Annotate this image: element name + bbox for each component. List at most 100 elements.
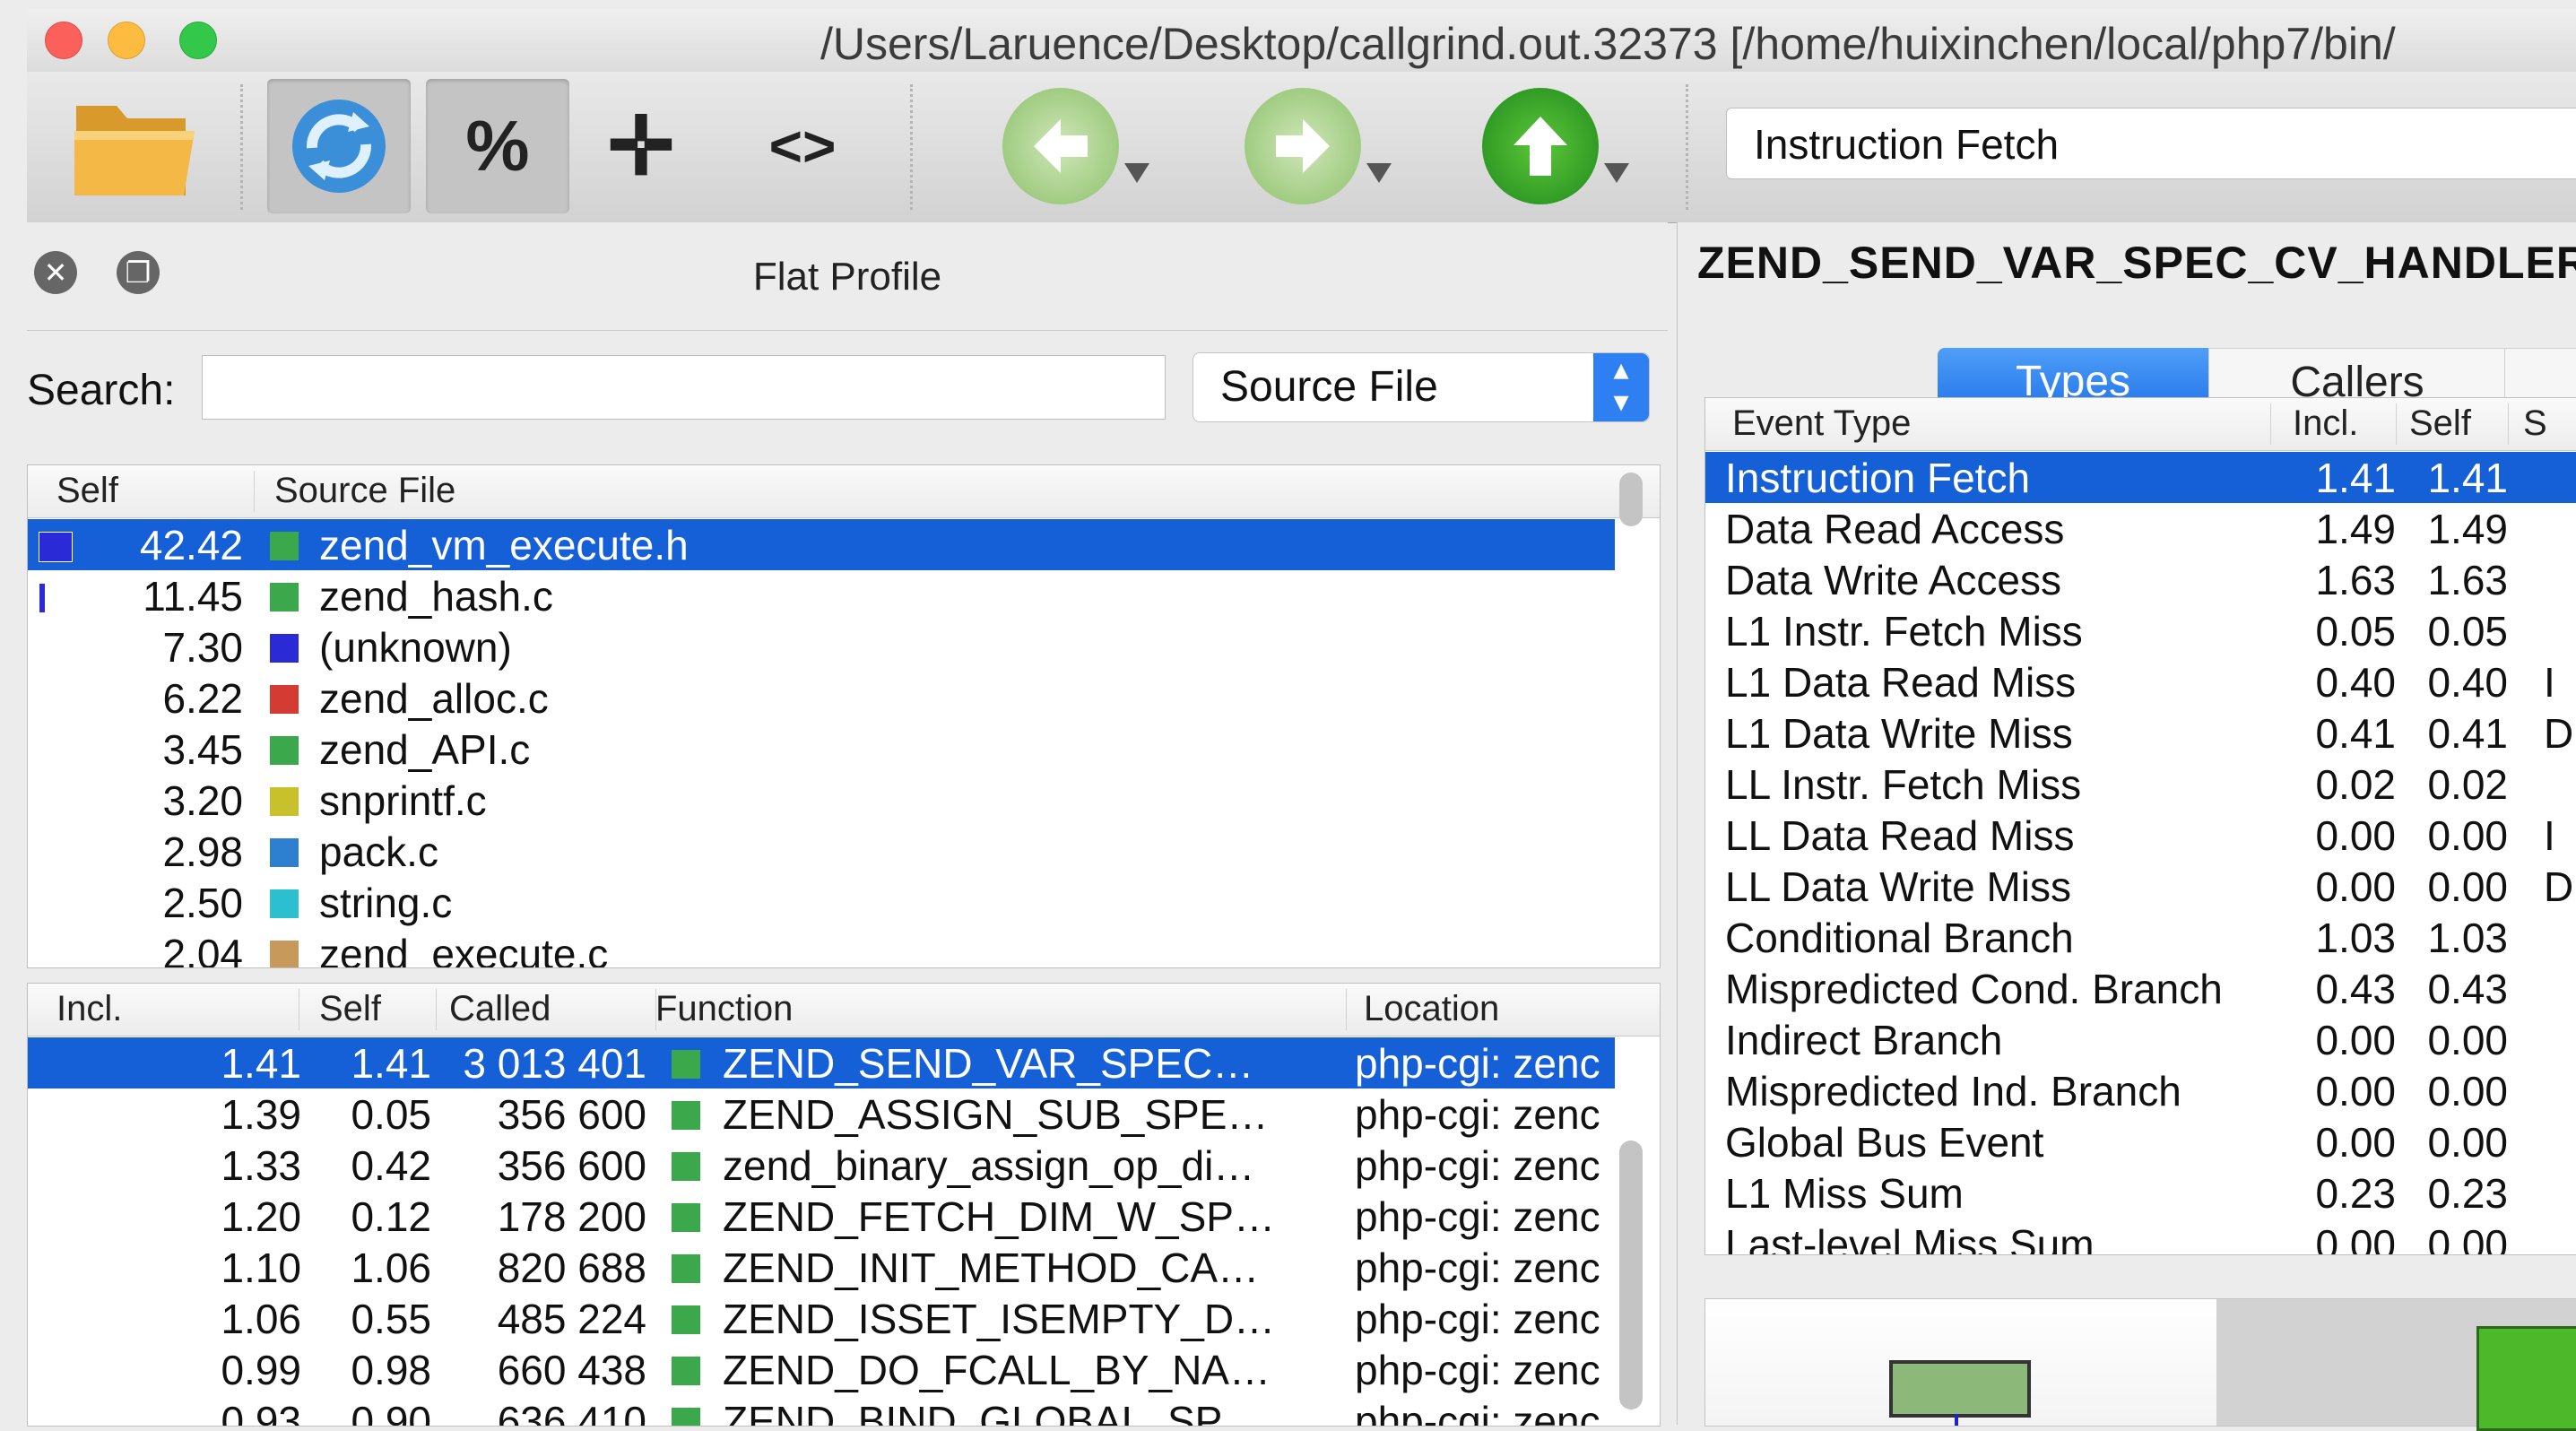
column-header-location[interactable]: Location xyxy=(1364,989,1624,1030)
overview-node[interactable] xyxy=(2476,1326,2576,1431)
function-color-swatch xyxy=(672,1357,700,1385)
event-self: 0.05 xyxy=(2427,608,2508,655)
column-header-short[interactable]: S xyxy=(2523,403,2576,445)
relative-percent-button[interactable]: % xyxy=(426,79,569,213)
function-row[interactable]: 0.99 0.98 660 438 ZEND_DO_FCALL_BY_NA… php-c… xyxy=(28,1344,1615,1395)
group-row[interactable]: 11.45 zend_hash.c xyxy=(28,570,1660,621)
function-row[interactable]: 0.93 0.90 636 410 ZEND_BIND_GLOBAL_SP… php-c… xyxy=(28,1395,1615,1427)
up-dropdown-icon[interactable] xyxy=(1604,163,1629,183)
column-header-called[interactable]: Called xyxy=(449,989,656,1030)
group-row[interactable]: 42.42 zend_vm_execute.h xyxy=(28,519,1615,570)
event-name: Global Bus Event xyxy=(1725,1119,2044,1166)
search-label: Search: xyxy=(27,367,176,414)
column-header-incl[interactable]: Incl. xyxy=(2293,403,2397,445)
back-dropdown-icon[interactable] xyxy=(1124,163,1149,183)
function-self: 0.90 xyxy=(351,1398,431,1427)
function-row[interactable]: 1.10 1.06 820 688 ZEND_INIT_METHOD_CA… php-c… xyxy=(28,1242,1615,1293)
column-header-event-type[interactable]: Event Type xyxy=(1732,403,2271,445)
window-zoom-button[interactable] xyxy=(179,22,217,59)
event-incl: 0.00 xyxy=(2315,1068,2396,1114)
window-minimize-button[interactable] xyxy=(108,22,145,59)
event-row[interactable]: LL Data Read Miss 0.00 0.00 I xyxy=(1705,810,2576,861)
column-header-self[interactable]: Self xyxy=(319,989,437,1030)
function-self: 0.05 xyxy=(351,1091,431,1138)
event-row[interactable]: L1 Miss Sum 0.23 0.23 xyxy=(1705,1167,2576,1219)
cost-bar xyxy=(39,583,46,613)
event-name: LL Instr. Fetch Miss xyxy=(1725,761,2082,808)
event-name: L1 Data Write Miss xyxy=(1725,710,2073,757)
group-row[interactable]: 6.22 zend_alloc.c xyxy=(28,672,1660,724)
event-row[interactable]: Indirect Branch 0.00 0.00 xyxy=(1705,1014,2576,1065)
forward-button[interactable] xyxy=(1228,79,1408,213)
function-location: php-cgi: zenc xyxy=(1355,1245,1600,1291)
function-location: php-cgi: zenc xyxy=(1355,1091,1600,1138)
graph-edge xyxy=(1955,1414,1958,1426)
function-name: ZEND_BIND_GLOBAL_SP… xyxy=(723,1398,1264,1427)
column-header-self[interactable]: Self xyxy=(56,471,255,512)
group-row[interactable]: 7.30 (unknown) xyxy=(28,621,1660,672)
up-button[interactable] xyxy=(1466,79,1645,213)
event-incl: 0.00 xyxy=(2315,812,2396,859)
event-row[interactable]: Mispredicted Cond. Branch 0.43 0.43 xyxy=(1705,963,2576,1014)
back-button[interactable] xyxy=(986,79,1166,213)
forward-dropdown-icon[interactable] xyxy=(1366,163,1392,183)
function-row[interactable]: 1.33 0.42 356 600 zend_binary_assign_op_di…… xyxy=(28,1140,1615,1191)
event-row[interactable]: Global Bus Event 0.00 0.00 xyxy=(1705,1116,2576,1167)
event-self: 0.00 xyxy=(2427,812,2508,859)
column-header-self[interactable]: Self xyxy=(2409,403,2509,445)
group-row[interactable]: 2.50 string.c xyxy=(28,877,1660,928)
event-row[interactable]: Last-level Miss Sum 0.00 0.00 xyxy=(1705,1219,2576,1254)
open-file-button[interactable] xyxy=(45,79,224,213)
function-row[interactable]: 1.20 0.12 178 200 ZEND_FETCH_DIM_W_SP… php-c… xyxy=(28,1191,1615,1242)
grouping-value: Source File xyxy=(1220,363,1438,411)
event-type-combo[interactable]: Instruction Fetch xyxy=(1726,108,2576,179)
function-list-scrollbar[interactable] xyxy=(1619,1140,1643,1409)
event-row[interactable]: Instruction Fetch 1.41 1.41 xyxy=(1705,452,2576,503)
selected-function-title: ZEND_SEND_VAR_SPEC_CV_HANDLER xyxy=(1697,238,2576,288)
event-row[interactable]: L1 Data Write Miss 0.41 0.41 D xyxy=(1705,707,2576,759)
group-list-scrollbar[interactable] xyxy=(1619,473,1643,526)
grouping-select[interactable]: Source File ▴ ▾ xyxy=(1193,352,1650,422)
function-incl: 1.06 xyxy=(221,1296,301,1342)
show-code-button[interactable]: <> xyxy=(744,79,861,213)
code-brackets-icon: <> xyxy=(768,114,837,178)
group-row[interactable]: 2.04 zend_execute.c xyxy=(28,928,1660,967)
group-list: Self Source File 42.42 zend_vm_execute.h 1… xyxy=(27,464,1661,968)
group-color-swatch xyxy=(270,941,299,967)
graph-node[interactable] xyxy=(1889,1360,2031,1418)
event-row[interactable]: LL Instr. Fetch Miss 0.02 0.02 xyxy=(1705,759,2576,810)
column-header-source-file[interactable]: Source File xyxy=(274,471,1619,512)
main-toolbar: % ✛ <> Instruction Fetch xyxy=(27,72,2576,223)
column-header-function[interactable]: Function xyxy=(655,989,1347,1030)
shorten-templates-button[interactable]: ✛ xyxy=(583,79,699,213)
function-row[interactable]: 1.39 0.05 356 600 ZEND_ASSIGN_SUB_SPE… php-c… xyxy=(28,1088,1615,1140)
function-incl: 1.39 xyxy=(221,1091,301,1138)
cycle-detection-button[interactable] xyxy=(267,79,411,213)
event-type-list: Event Type Incl. Self S Instruction Fetc… xyxy=(1704,397,2576,1255)
function-color-swatch xyxy=(672,1050,700,1079)
column-header-incl[interactable]: Incl. xyxy=(56,989,299,1030)
event-row[interactable]: LL Data Write Miss 0.00 0.00 D xyxy=(1705,861,2576,912)
group-self: 2.50 xyxy=(162,880,243,926)
window-close-button[interactable] xyxy=(45,22,82,59)
event-short: D xyxy=(2544,710,2574,757)
search-input[interactable] xyxy=(202,355,1166,420)
flat-profile-panel: ✕ ❐ Flat Profile Search: Source File ▴ ▾ … xyxy=(27,222,1668,1427)
details-panel: ZEND_SEND_VAR_SPEC_CV_HANDLER Types Call… xyxy=(1677,222,2576,1431)
window-titlebar: /Users/Laruence/Desktop/callgrind.out.32… xyxy=(27,9,2576,73)
event-row[interactable]: L1 Instr. Fetch Miss 0.05 0.05 xyxy=(1705,605,2576,656)
toolbar-separator xyxy=(240,84,243,210)
event-row[interactable]: Data Read Access 1.49 1.49 xyxy=(1705,503,2576,554)
group-row[interactable]: 3.45 zend_API.c xyxy=(28,724,1660,775)
function-row[interactable]: 1.41 1.41 3 013 401 ZEND_SEND_VAR_SPEC… php-… xyxy=(28,1037,1615,1088)
group-row[interactable]: 2.98 pack.c xyxy=(28,826,1660,877)
group-row[interactable]: 3.20 snprintf.c xyxy=(28,775,1660,826)
group-name: snprintf.c xyxy=(319,777,487,824)
group-name: string.c xyxy=(319,880,453,926)
event-row[interactable]: Conditional Branch 1.03 1.03 xyxy=(1705,912,2576,963)
event-self: 0.43 xyxy=(2427,966,2508,1012)
event-row[interactable]: Data Write Access 1.63 1.63 xyxy=(1705,554,2576,605)
event-row[interactable]: Mispredicted Ind. Branch 0.00 0.00 xyxy=(1705,1065,2576,1116)
function-row[interactable]: 1.06 0.55 485 224 ZEND_ISSET_ISEMPTY_D… php-… xyxy=(28,1293,1615,1344)
event-row[interactable]: L1 Data Read Miss 0.40 0.40 I xyxy=(1705,656,2576,707)
